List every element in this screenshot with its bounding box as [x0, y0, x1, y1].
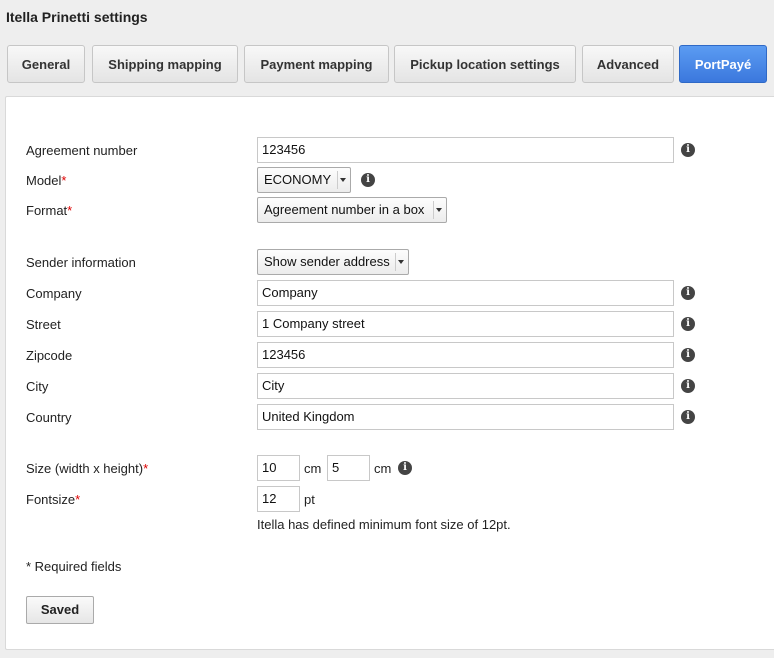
size-height-input[interactable]: 5	[327, 455, 370, 481]
zipcode-input[interactable]: 123456	[257, 342, 674, 368]
zipcode-label: Zipcode	[26, 348, 73, 363]
tab-portpaye[interactable]: PortPayé	[679, 45, 767, 83]
company-input[interactable]: Company	[257, 280, 674, 306]
info-icon[interactable]: i	[681, 348, 695, 362]
select-separator	[395, 253, 396, 271]
fontsize-note: Itella has defined minimum font size of …	[257, 517, 511, 532]
format-select-value: Agreement number in a box	[264, 202, 425, 217]
select-separator	[337, 171, 338, 189]
model-select[interactable]: ECONOMY	[257, 167, 351, 193]
chevron-down-icon	[398, 260, 404, 264]
info-icon[interactable]: i	[681, 286, 695, 300]
sender-information-label: Sender information	[26, 255, 136, 270]
tab-shipping-mapping[interactable]: Shipping mapping	[92, 45, 238, 83]
info-icon[interactable]: i	[681, 143, 695, 157]
tab-pickup-location-settings[interactable]: Pickup location settings	[394, 45, 576, 83]
sender-information-select-value: Show sender address	[264, 254, 390, 269]
format-label: Format*	[26, 203, 73, 218]
info-icon[interactable]: i	[361, 173, 375, 187]
tab-payment-mapping[interactable]: Payment mapping	[244, 45, 389, 83]
fontsize-unit: pt	[304, 492, 315, 507]
size-width-unit: cm	[304, 461, 322, 476]
street-label: Street	[26, 317, 61, 332]
sender-information-select[interactable]: Show sender address	[257, 249, 409, 275]
size-width-input[interactable]: 10	[257, 455, 300, 481]
chevron-down-icon	[436, 208, 442, 212]
info-icon[interactable]: i	[398, 461, 412, 475]
chevron-down-icon	[340, 178, 346, 182]
size-height-unit: cm	[374, 461, 392, 476]
model-select-value: ECONOMY	[264, 172, 332, 187]
country-label: Country	[26, 410, 72, 425]
settings-panel: Agreement number 123456 i Model* ECONOMY…	[5, 96, 774, 650]
country-input[interactable]: United Kingdom	[257, 404, 674, 430]
info-icon[interactable]: i	[681, 410, 695, 424]
model-label: Model*	[26, 173, 67, 188]
fontsize-input[interactable]: 12	[257, 486, 300, 512]
size-label: Size (width x height)*	[26, 461, 149, 476]
format-select[interactable]: Agreement number in a box	[257, 197, 447, 223]
city-input[interactable]: City	[257, 373, 674, 399]
required-fields-note: * Required fields	[26, 559, 122, 574]
tab-advanced[interactable]: Advanced	[582, 45, 674, 83]
street-input[interactable]: 1 Company street	[257, 311, 674, 337]
save-button[interactable]: Saved	[26, 596, 94, 624]
tab-general[interactable]: General	[7, 45, 85, 83]
agreement-number-input[interactable]: 123456	[257, 137, 674, 163]
company-label: Company	[26, 286, 82, 301]
info-icon[interactable]: i	[681, 317, 695, 331]
city-label: City	[26, 379, 49, 394]
agreement-number-label: Agreement number	[26, 143, 138, 158]
info-icon[interactable]: i	[681, 379, 695, 393]
page-title: Itella Prinetti settings	[6, 9, 148, 25]
fontsize-label: Fontsize*	[26, 492, 81, 507]
select-separator	[433, 201, 434, 219]
